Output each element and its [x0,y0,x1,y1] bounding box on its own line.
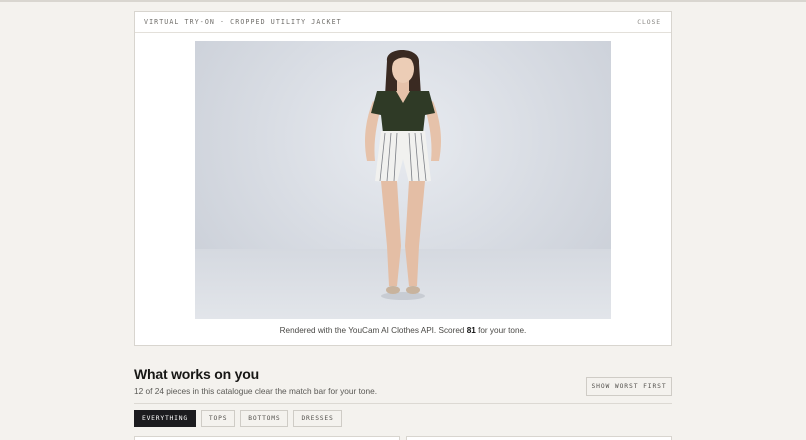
try-on-modal: VIRTUAL TRY-ON · CROPPED UTILITY JACKET … [134,11,672,346]
try-on-caption: Rendered with the YouCam AI Clothes API.… [279,326,527,335]
close-button[interactable]: CLOSE [637,18,661,26]
try-on-image [195,41,611,319]
filter-tops[interactable]: TOPS [200,410,236,427]
section-title: What works on you [134,366,259,382]
model-figure [365,49,441,300]
section-subtitle: 12 of 24 pieces in this catalogue clear … [134,386,378,396]
filter-dresses[interactable]: DRESSES [293,410,342,427]
top-border [0,0,806,2]
show-worst-first-button[interactable]: SHOW WORST FIRST [586,377,672,396]
filter-bottoms[interactable]: BOTTOMS [240,410,289,427]
product-card[interactable] [134,436,400,440]
modal-header: VIRTUAL TRY-ON · CROPPED UTILITY JACKET … [135,12,671,33]
match-score: 81 [466,326,476,335]
divider [134,403,672,404]
modal-title: VIRTUAL TRY-ON · CROPPED UTILITY JACKET [144,18,342,26]
filter-everything[interactable]: EVERYTHING [134,410,196,427]
product-card[interactable] [406,436,672,440]
filter-tabs: EVERYTHING TOPS BOTTOMS DRESSES [134,410,342,427]
